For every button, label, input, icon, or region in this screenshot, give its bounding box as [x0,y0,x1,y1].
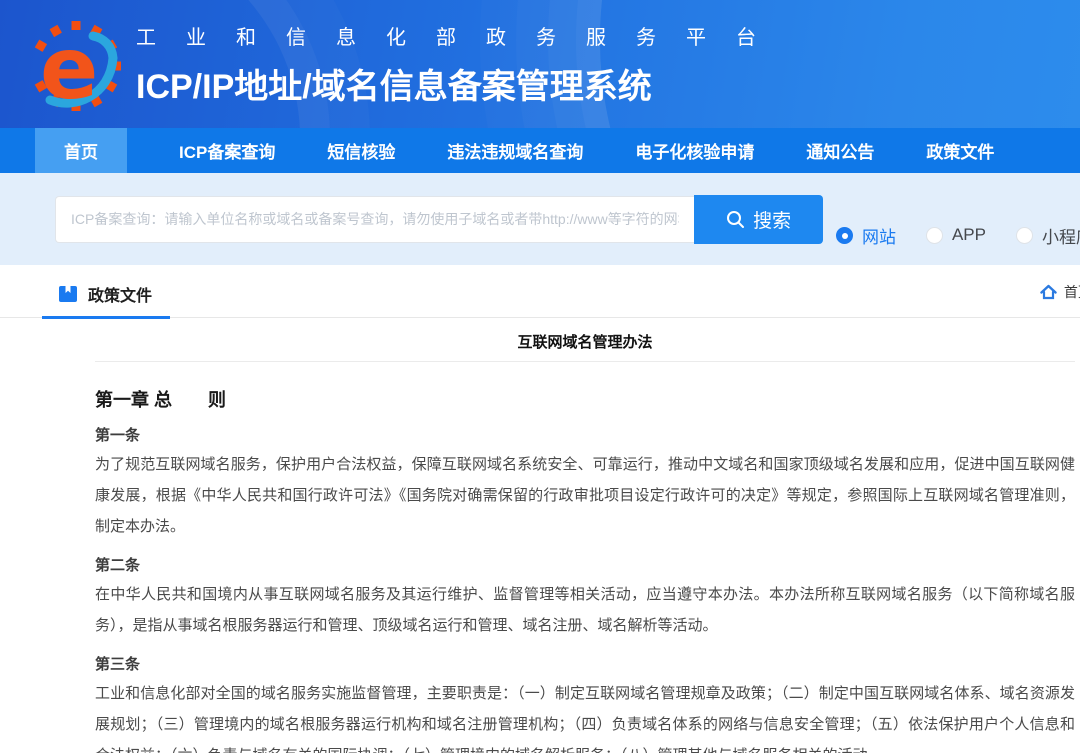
clause-3: 第三条 工业和信息化部对全国的域名服务实施监督管理，主要职责是：（一）制定互联网… [95,647,1075,753]
clause-heading: 第一条 [95,418,1075,446]
platform-name: 工业和信息化部政务服务平台 [136,21,786,50]
article-title: 互联网域名管理办法 [95,318,1075,361]
nav-item-illegal-domain-query[interactable]: 违法违规域名查询 [447,128,583,173]
clause-heading: 第三条 [95,647,1075,675]
clause-body: 在中华人民共和国境内从事互联网域名服务及其运行维护、监督管理等相关活动，应当遵守… [95,579,1075,641]
nav-item-policy-files[interactable]: 政策文件 [926,128,994,173]
book-icon [58,284,78,304]
home-icon [1040,284,1057,300]
search-section: 搜索 网站 APP 小程序 快应用 [0,173,1080,265]
section-title: 政策文件 [88,282,152,306]
clause-2: 第二条 在中华人民共和国境内从事互联网域名服务及其运行维护、监督管理等相关活动，… [95,548,1075,641]
clause-body: 为了规范互联网域名服务，保护用户合法权益，保障互联网域名系统安全、可靠运行，推动… [95,449,1075,542]
breadcrumb: 首页 > 政策文件 [1040,282,1080,302]
search-input[interactable] [55,196,694,243]
nav-item-sms-verify[interactable]: 短信核验 [327,128,395,173]
system-title: ICP/IP地址/域名信息备案管理系统 [136,59,786,108]
radio-unselected-icon [1016,227,1033,244]
article-divider [95,361,1075,362]
search-button-label: 搜索 [753,206,791,233]
nav-item-icp-query[interactable]: ICP备案查询 [179,128,275,173]
magnifier-icon [726,210,745,229]
article: 互联网域名管理办法 第一章 总 则 第一条 为了规范互联网域名服务，保护用户合法… [95,318,1075,753]
radio-selected-icon [836,227,853,244]
site-header: e 工业和信息化部政务服务平台 ICP/IP地址/域名信息备案管理系统 [0,0,1080,128]
search-type-miniprogram[interactable]: 小程序 [1016,223,1080,248]
nav-item-home[interactable]: 首页 [35,128,127,173]
miit-gear-e-logo-icon: e [30,8,122,120]
svg-text:e: e [40,19,98,119]
nav-item-electronic-verify[interactable]: 电子化核验申请 [635,128,754,173]
chapter-heading: 第一章 总 则 [95,386,1075,412]
clause-heading: 第二条 [95,548,1075,576]
section-tab-policy-files: 政策文件 [58,282,152,306]
nav-item-notices[interactable]: 通知公告 [806,128,874,173]
section-header: 政策文件 首页 > 政策文件 [0,265,1080,318]
search-button[interactable]: 搜索 [694,195,823,244]
search-type-website[interactable]: 网站 [836,223,896,248]
search-type-group: 网站 APP 小程序 快应用 [836,223,1080,248]
search-type-app[interactable]: APP [926,225,986,245]
radio-unselected-icon [926,227,943,244]
main-nav: 首页 ICP备案查询 短信核验 违法违规域名查询 电子化核验申请 通知公告 政策… [0,128,1080,173]
clause-1: 第一条 为了规范互联网域名服务，保护用户合法权益，保障互联网域名系统安全、可靠运… [95,418,1075,542]
clause-body: 工业和信息化部对全国的域名服务实施监督管理，主要职责是：（一）制定互联网域名管理… [95,678,1075,753]
breadcrumb-home[interactable]: 首页 [1064,282,1080,302]
tab-underline [42,316,170,319]
